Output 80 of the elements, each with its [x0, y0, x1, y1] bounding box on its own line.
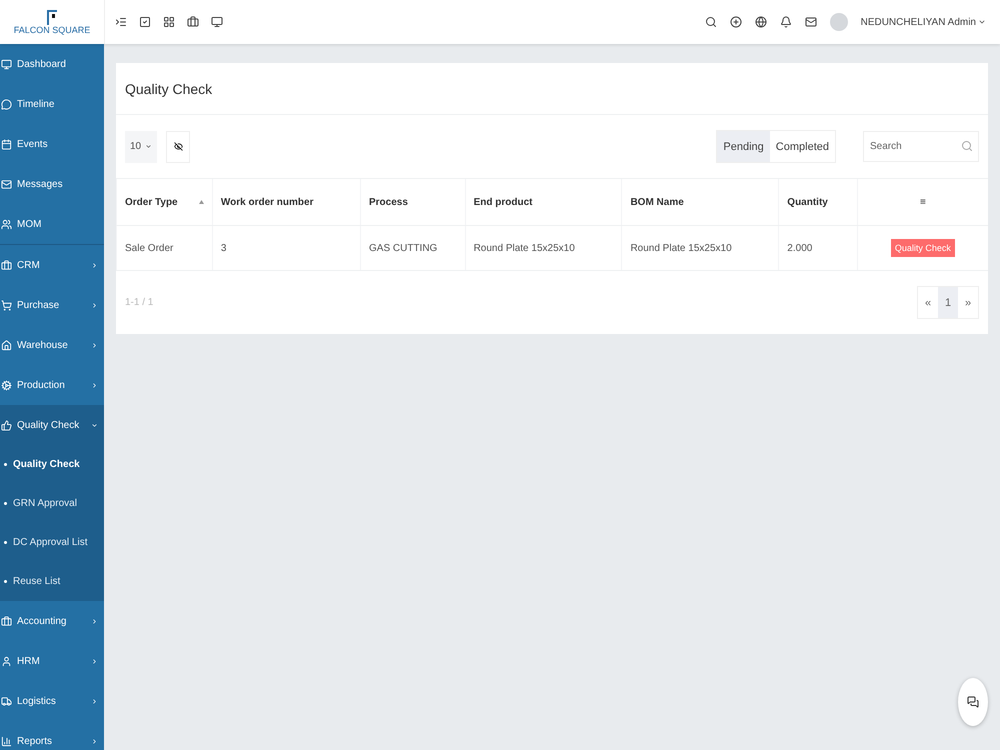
- sidebar-subitem[interactable]: GRN Approval: [0, 484, 104, 523]
- checkbox-icon[interactable]: [139, 16, 151, 28]
- column-header[interactable]: ≡: [857, 178, 988, 226]
- sidebar-item[interactable]: Production: [0, 365, 104, 405]
- bar-chart-icon: [1, 736, 12, 746]
- monitor-icon: [1, 58, 12, 70]
- sidebar-item[interactable]: Quality Check: [0, 405, 104, 445]
- column-header[interactable]: Work order number: [212, 178, 360, 226]
- sidebar-item[interactable]: HRM: [0, 641, 104, 681]
- caret-icon: [145, 143, 152, 150]
- column-header[interactable]: End product: [465, 178, 622, 226]
- sidebar-item[interactable]: Reports: [0, 721, 104, 750]
- table-cell: 2.000: [778, 226, 858, 270]
- page-title: Quality Check: [116, 63, 988, 115]
- table-cell: Round Plate 15x25x10: [622, 226, 779, 270]
- bell-icon[interactable]: [780, 16, 792, 28]
- gear-icon: [1, 380, 12, 390]
- mail-icon: [1, 178, 12, 190]
- users-icon: [1, 218, 12, 230]
- briefcase-icon[interactable]: [187, 16, 199, 28]
- search-icon: [961, 140, 973, 152]
- chevron-right-icon: [91, 262, 98, 268]
- chevron-right-icon: [91, 382, 98, 388]
- user-icon: [1, 656, 12, 666]
- search-field[interactable]: Search: [863, 131, 979, 162]
- page-size-select[interactable]: 10: [125, 130, 157, 162]
- thumbs-up-icon: [1, 420, 12, 430]
- sidebar-item[interactable]: Purchase: [0, 285, 104, 325]
- user-menu[interactable]: NEDUNCHELIYAN Admin: [860, 16, 986, 28]
- chat-icon: [1, 98, 12, 110]
- home-icon: [1, 340, 12, 350]
- sidebar-item[interactable]: CRM: [0, 244, 104, 285]
- column-header[interactable]: Quantity: [778, 178, 858, 226]
- chevron-right-icon: [91, 658, 98, 664]
- record-count: 1-1 / 1: [125, 297, 154, 308]
- caret-icon: [978, 18, 986, 26]
- logo-icon: [46, 9, 58, 25]
- sidebar-item[interactable]: Accounting: [0, 601, 104, 641]
- chat-icon: [967, 696, 979, 708]
- truck-icon: [1, 696, 12, 706]
- column-header[interactable]: Order Type: [116, 178, 212, 226]
- grid-icon[interactable]: [163, 16, 175, 28]
- sidebar-item[interactable]: Warehouse: [0, 325, 104, 365]
- sidebar-item[interactable]: Logistics: [0, 681, 104, 721]
- plus-circle-icon[interactable]: [730, 16, 742, 28]
- sidebar-subitem[interactable]: DC Approval List: [0, 523, 104, 562]
- chevron-right-icon: [91, 698, 98, 704]
- filter-tab[interactable]: Pending: [717, 131, 770, 162]
- chevron-right-icon: [91, 342, 98, 348]
- chevron-right-icon: [91, 618, 98, 624]
- sidebar-item[interactable]: Dashboard: [0, 44, 104, 84]
- page-button[interactable]: 1: [938, 287, 958, 318]
- visibility-button[interactable]: [166, 130, 190, 162]
- sidebar-item[interactable]: Timeline: [0, 84, 104, 124]
- eye-off-icon: [174, 142, 182, 151]
- search-icon[interactable]: [704, 16, 717, 28]
- column-header[interactable]: Process: [360, 178, 466, 226]
- column-header[interactable]: BOM Name: [622, 178, 779, 226]
- globe-icon[interactable]: [754, 16, 767, 28]
- chevron-right-icon: [91, 738, 98, 744]
- sidebar-subitem[interactable]: Quality Check: [0, 445, 104, 484]
- cart-icon: [1, 300, 12, 310]
- sidebar-item[interactable]: Events: [0, 124, 104, 164]
- monitor-icon[interactable]: [211, 16, 223, 28]
- table-cell: 3: [212, 226, 360, 270]
- table-cell: Round Plate 15x25x10: [465, 226, 622, 270]
- sidebar-item[interactable]: MOM: [0, 204, 104, 244]
- sidebar-item[interactable]: Messages: [0, 164, 104, 204]
- calendar-icon: [1, 138, 12, 150]
- table-cell: GAS CUTTING: [360, 226, 466, 270]
- chevron-down-icon: [91, 422, 98, 428]
- table-cell: Sale Order: [116, 226, 212, 270]
- brand-name: FALCON SQUARE: [14, 25, 90, 35]
- chat-button[interactable]: [958, 678, 988, 726]
- mail-icon[interactable]: [804, 16, 817, 28]
- briefcase-icon: [1, 616, 12, 626]
- indent-icon[interactable]: [115, 16, 127, 28]
- sidebar-subitem[interactable]: Reuse List: [0, 562, 104, 601]
- briefcase-icon: [1, 260, 12, 270]
- chevron-right-icon: [91, 302, 98, 308]
